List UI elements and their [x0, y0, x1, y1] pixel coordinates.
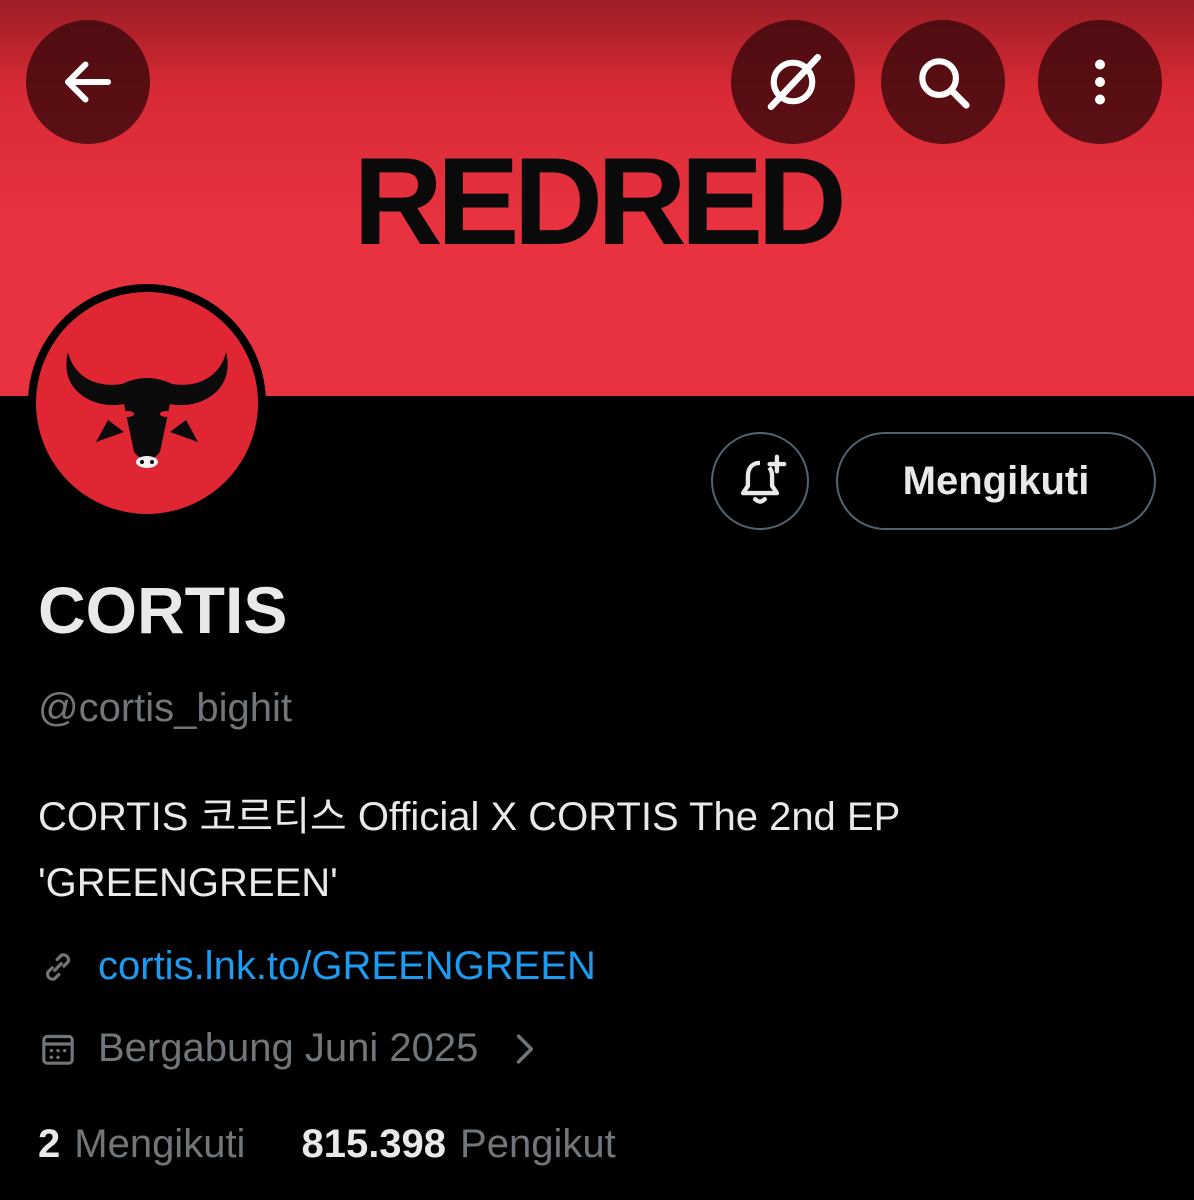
calendar-icon: [42, 1034, 74, 1065]
bio-line: 'GREENGREEN': [38, 861, 338, 905]
following-button[interactable]: Mengikuti: [836, 432, 1156, 530]
more-vertical-icon: [1095, 59, 1105, 105]
following-label: Mengikuti: [74, 1122, 246, 1166]
joined-date-row[interactable]: Bergabung Juni 2025: [38, 1026, 546, 1071]
grok-button[interactable]: [731, 20, 855, 144]
followers-count: 815.398: [301, 1122, 447, 1166]
search-button[interactable]: [881, 20, 1005, 144]
followers-stat[interactable]: 815.398 Pengikut: [301, 1122, 615, 1167]
bull-logo: [66, 352, 228, 468]
followers-label: Pengikut: [460, 1122, 616, 1166]
following-count: 2: [38, 1122, 61, 1166]
more-options-button[interactable]: [1038, 20, 1162, 144]
bell-plus-icon: [740, 454, 787, 504]
profile-bio: CORTIS 코르티스 Official X CORTIS The 2nd EP…: [38, 784, 1098, 916]
arrow-left-icon: [65, 61, 111, 103]
notification-button[interactable]: [711, 432, 809, 530]
following-stat[interactable]: 2 Mengikuti: [38, 1122, 245, 1167]
avatar[interactable]: [28, 284, 266, 522]
joined-date: Bergabung Juni 2025: [98, 1026, 479, 1070]
back-button[interactable]: [26, 20, 150, 144]
link-icon: [45, 952, 71, 981]
profile-handle: @cortis_bighit: [38, 686, 293, 730]
chevron-right-icon: [517, 1033, 534, 1064]
search-icon: [919, 58, 970, 109]
banner-text: REDRED: [353, 133, 847, 271]
bio-line: CORTIS 코르티스 Official X CORTIS The 2nd EP: [38, 795, 901, 839]
profile-name: CORTIS: [38, 573, 288, 647]
follow-stats: 2 Mengikuti 815.398 Pengikut: [38, 1122, 616, 1167]
grok-icon: [767, 53, 822, 111]
profile-link[interactable]: cortis.lnk.to/GREENGREEN: [98, 944, 596, 989]
profile-link-row: cortis.lnk.to/GREENGREEN: [38, 944, 596, 989]
